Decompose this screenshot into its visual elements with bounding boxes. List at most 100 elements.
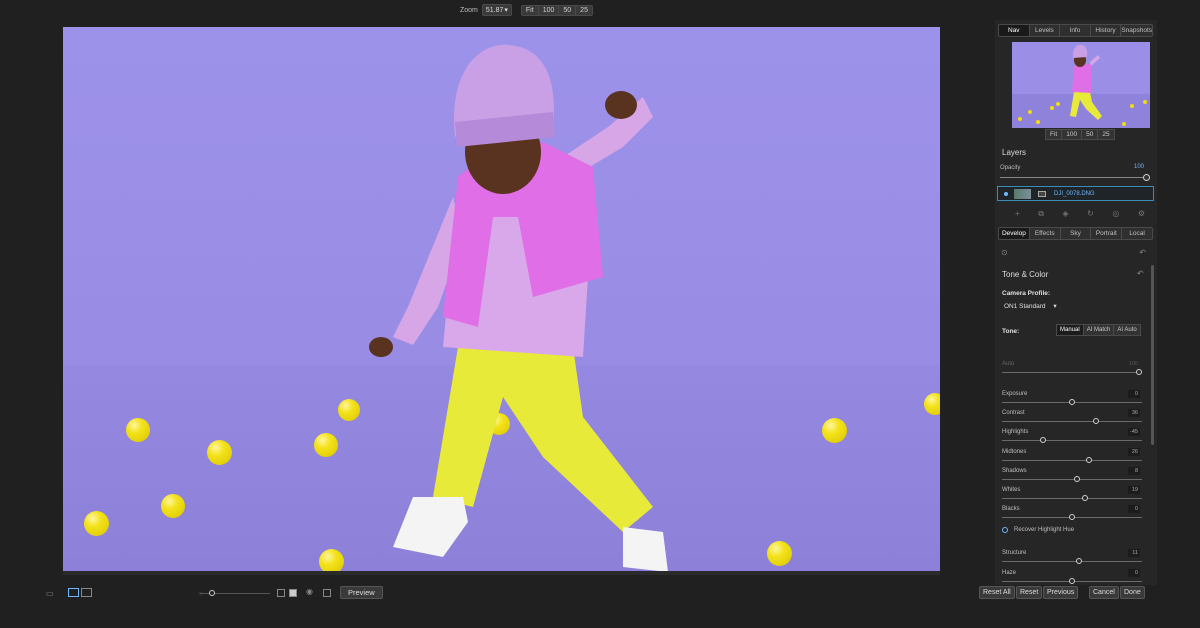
photo-canvas[interactable] xyxy=(63,27,940,572)
slider-value[interactable]: 0 xyxy=(1128,390,1140,398)
tab-portrait[interactable]: Portrait xyxy=(1091,228,1123,239)
opacity-label: Opacity xyxy=(1000,165,1021,171)
clipping-icon[interactable]: ◉ xyxy=(306,587,313,596)
camera-profile-select[interactable]: ON1 Standard ▾ xyxy=(1004,302,1057,310)
thumbnail-ball xyxy=(1028,110,1032,114)
slider-knob[interactable] xyxy=(1069,514,1075,521)
layer-visibility-icon[interactable] xyxy=(1004,191,1008,196)
toggle-circle-icon[interactable] xyxy=(1002,527,1008,533)
text-overlay-icon[interactable] xyxy=(289,589,297,597)
slider-track[interactable] xyxy=(1002,459,1142,461)
thumb-zoom-25[interactable]: 25 xyxy=(1098,130,1114,139)
midtones-slider[interactable]: Midtones 26 xyxy=(1002,447,1142,465)
section-reset-icon[interactable]: ↶ xyxy=(1137,269,1144,278)
thumb-zoom-50[interactable]: 50 xyxy=(1082,130,1099,139)
previous-button[interactable]: Previous xyxy=(1043,586,1079,599)
panel-scrollbar[interactable] xyxy=(1151,265,1154,445)
slider-value[interactable]: 0 xyxy=(1128,505,1140,514)
tab-snapshots[interactable]: Snapshots xyxy=(1121,25,1152,36)
layer-settings-icon[interactable]: ⚙ xyxy=(1138,209,1145,219)
zoom-50-button[interactable]: 50 xyxy=(559,5,577,15)
reset-button[interactable]: Reset xyxy=(1016,586,1043,599)
slider-label: Contrast xyxy=(1002,410,1025,417)
filmstrip[interactable] xyxy=(63,571,940,575)
slider-knob[interactable] xyxy=(1086,456,1093,463)
slider-value[interactable]: -45 xyxy=(1128,428,1140,437)
slider-value[interactable]: 0 xyxy=(1128,568,1140,577)
blacks-slider[interactable]: Blacks 0 xyxy=(1002,505,1142,522)
slider-value[interactable]: 19 xyxy=(1128,486,1140,494)
opacity-value[interactable]: 100 xyxy=(1134,164,1144,170)
slider-knob[interactable] xyxy=(1082,495,1089,501)
slider-knob[interactable] xyxy=(1075,558,1082,564)
slider-track[interactable] xyxy=(1002,561,1142,562)
tone-ai-auto-button[interactable]: AI Auto xyxy=(1114,325,1140,335)
layer-row[interactable]: DJI_0078.DNG xyxy=(997,186,1154,201)
tab-local[interactable]: Local xyxy=(1122,228,1152,239)
opacity-slider-knob[interactable] xyxy=(1143,174,1150,181)
slider-knob[interactable] xyxy=(1136,369,1142,375)
shadows-slider[interactable]: Shadows 8 xyxy=(1002,466,1142,484)
layer-mask-icon[interactable] xyxy=(1038,190,1046,197)
reset-layer-icon[interactable]: ↻ xyxy=(1087,209,1094,219)
slider-track[interactable] xyxy=(1002,440,1142,442)
thumb-zoom-fit[interactable]: Fit xyxy=(1046,130,1063,139)
preset-icon[interactable]: ⊙ xyxy=(1001,248,1008,257)
slider-track[interactable] xyxy=(1002,498,1142,499)
slider-value[interactable]: 26 xyxy=(1128,447,1140,456)
tab-effects[interactable]: Effects xyxy=(1029,228,1061,239)
slider-value[interactable]: 36 xyxy=(1128,409,1140,418)
merge-layer-icon[interactable]: ◎ xyxy=(1112,209,1119,219)
recover-highlight-hue[interactable]: Recover Highlight Hue xyxy=(1002,527,1074,533)
zoom-fit-button[interactable]: Fit xyxy=(521,5,539,15)
highlights-slider[interactable]: Highlights -45 xyxy=(1002,428,1142,445)
slider-track[interactable] xyxy=(1002,478,1142,480)
thumbnail-ball xyxy=(1122,122,1126,126)
contrast-slider[interactable]: Contrast 36 xyxy=(1002,409,1142,426)
slider-label: Auto xyxy=(1002,361,1015,367)
thumb-zoom-100[interactable]: 100 xyxy=(1062,130,1083,139)
tab-nav[interactable]: Nav xyxy=(999,25,1030,36)
done-button[interactable]: Done xyxy=(1120,586,1145,599)
slider-knob[interactable] xyxy=(1093,418,1100,425)
slider-track[interactable] xyxy=(1002,372,1142,373)
tab-levels[interactable]: Levels xyxy=(1029,25,1061,36)
brush-size-knob[interactable] xyxy=(209,590,215,596)
tone-ai-match-button[interactable]: AI Match xyxy=(1083,325,1115,335)
slider-label: Highlights xyxy=(1002,429,1029,436)
tone-manual-button[interactable]: Manual xyxy=(1057,325,1084,335)
zoom-input[interactable]: 51.87 ▾ xyxy=(481,4,512,16)
single-view-icon[interactable] xyxy=(68,588,79,597)
slider-knob[interactable] xyxy=(1069,399,1075,405)
cancel-button[interactable]: Cancel xyxy=(1089,586,1119,599)
exposure-slider[interactable]: Exposure 0 xyxy=(1002,390,1142,407)
slider-knob[interactable] xyxy=(1074,475,1081,482)
compare-view-icon[interactable] xyxy=(81,588,92,597)
zoom-100-button[interactable]: 100 xyxy=(538,5,560,15)
structure-slider[interactable]: Structure 11 xyxy=(1002,549,1142,566)
auto-slider[interactable]: Auto 100 xyxy=(1002,361,1142,377)
reset-all-button[interactable]: Reset All xyxy=(979,586,1015,599)
zoom-25-button[interactable]: 25 xyxy=(576,5,592,15)
slider-value[interactable]: 11 xyxy=(1128,549,1140,557)
mask-layer-icon[interactable]: ◈ xyxy=(1062,209,1068,219)
navigator-thumbnail[interactable] xyxy=(1012,42,1150,128)
tab-develop[interactable]: Develop xyxy=(999,228,1030,239)
recover-label: Recover Highlight Hue xyxy=(1014,527,1075,533)
display-icon[interactable]: ▭ xyxy=(46,589,54,598)
add-layer-icon[interactable]: + xyxy=(1015,209,1020,219)
undo-icon[interactable]: ↶ xyxy=(1139,248,1146,257)
tab-history[interactable]: History xyxy=(1090,25,1122,36)
tab-sky[interactable]: Sky xyxy=(1060,228,1092,239)
duplicate-layer-icon[interactable]: ⧉ xyxy=(1038,209,1044,219)
slider-track[interactable] xyxy=(1002,421,1142,423)
mask-view-icon[interactable] xyxy=(277,589,285,597)
thumbnail-figure xyxy=(1070,44,1102,120)
whites-slider[interactable]: Whites 19 xyxy=(1002,486,1142,503)
slider-value[interactable]: 8 xyxy=(1128,466,1140,475)
tab-info[interactable]: Info xyxy=(1060,25,1091,36)
opacity-slider-track[interactable] xyxy=(1000,177,1147,178)
slider-knob[interactable] xyxy=(1039,437,1046,444)
preview-button[interactable]: Preview xyxy=(340,586,383,599)
before-after-icon[interactable] xyxy=(323,589,331,597)
